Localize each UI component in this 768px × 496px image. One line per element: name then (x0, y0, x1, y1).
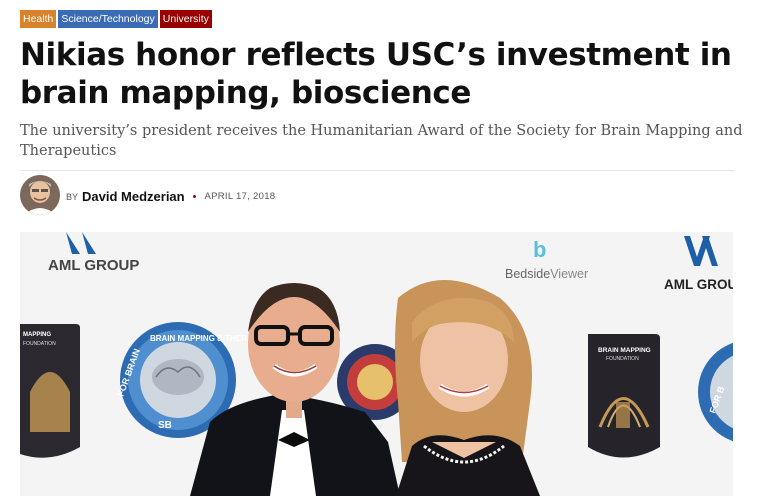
publish-date: APRIL 17, 2018 (204, 191, 276, 202)
byline: BY David Medzerian • APRIL 17, 2018 (66, 189, 275, 204)
author-link[interactable]: David Medzerian (82, 189, 185, 204)
mapping-left-text-2: FOUNDATION (23, 341, 56, 347)
article-headline: Nikias honor reflects USC’s investment i… (20, 37, 732, 111)
hero-photo: AML GROUP b BedsideViewer AML GROU MAPPI… (20, 232, 733, 496)
viewer-text: Viewer (550, 267, 588, 281)
bmf-line2-text: FOUNDATION (606, 356, 639, 362)
svg-text:BedsideViewer: BedsideViewer (505, 267, 588, 281)
bedside-text: Bedside (505, 267, 550, 281)
author-avatar[interactable] (20, 175, 60, 215)
mapping-left-text: MAPPING (23, 332, 51, 338)
bmf-line1-text: BRAIN MAPPING (598, 347, 651, 354)
byline-separator-dot: • (192, 190, 197, 203)
article-subheadline: The university’s president receives the … (20, 123, 743, 159)
tag-university[interactable]: University (159, 10, 212, 28)
brain-mapping-badge-right: BRAIN MAPPING FOUNDATION (588, 334, 660, 458)
tag-health[interactable]: Health (20, 10, 57, 28)
bedside-mark-text: b (533, 237, 546, 262)
aml-group-text-right: AML GROU (664, 277, 733, 292)
brain-mapping-badge-left: MAPPING FOUNDATION (20, 324, 80, 458)
seal-short-text: SB (158, 420, 172, 431)
tag-science-technology[interactable]: Science/Technology (58, 10, 158, 28)
byline-prefix: BY (66, 191, 79, 202)
category-tags: Health Science/Technology University (20, 10, 212, 28)
byline-divider (20, 170, 734, 171)
aml-group-text-left: AML GROUP (48, 257, 139, 274)
